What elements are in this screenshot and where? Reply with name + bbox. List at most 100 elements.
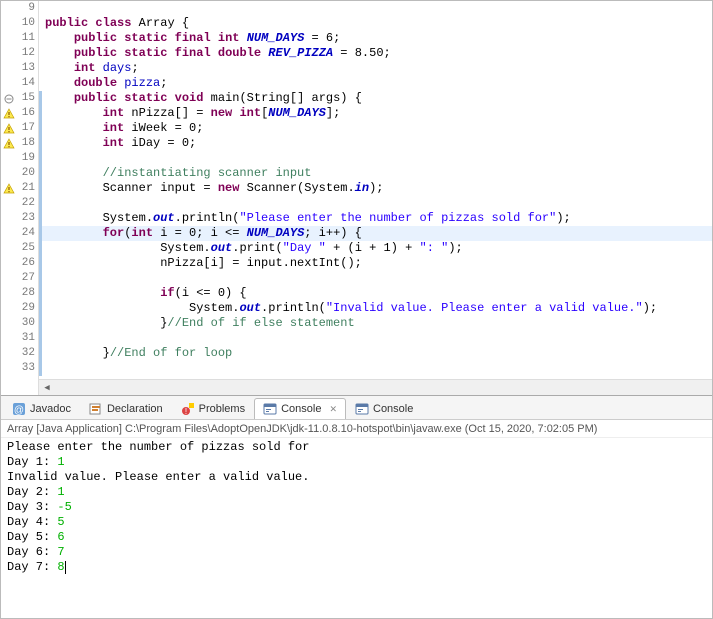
code-line[interactable]: System.out.print("Day " + (i + 1) + ": "… <box>45 241 712 256</box>
code-line[interactable]: int nPizza[] = new int[NUM_DAYS]; <box>45 106 712 121</box>
change-bar <box>39 211 42 226</box>
line-number: 24 <box>17 226 37 241</box>
gutter-row[interactable]: 18 <box>1 136 38 151</box>
line-number: 31 <box>17 331 37 346</box>
code-line[interactable] <box>45 271 712 286</box>
code-line[interactable]: }//End of if else statement <box>45 316 712 331</box>
tab-declaration[interactable]: Declaration <box>80 398 172 419</box>
gutter-row[interactable]: 14 <box>1 76 38 91</box>
console-line: Invalid value. Please enter a valid valu… <box>7 470 706 485</box>
gutter-row[interactable]: 13 <box>1 61 38 76</box>
line-number: 33 <box>17 361 37 376</box>
gutter-row[interactable]: 9 <box>1 1 38 16</box>
gutter-row[interactable]: 20 <box>1 166 38 181</box>
gutter-row[interactable]: 10 <box>1 16 38 31</box>
warning-marker-icon <box>1 138 17 150</box>
line-number: 25 <box>17 241 37 256</box>
code-line[interactable]: public static void main(String[] args) { <box>45 91 712 106</box>
code-line[interactable]: if(i <= 0) { <box>45 286 712 301</box>
tab-console2[interactable]: Console <box>346 398 422 419</box>
change-bar <box>39 121 42 136</box>
code-line[interactable]: for(int i = 0; i <= NUM_DAYS; i++) { <box>39 226 712 241</box>
line-number: 18 <box>17 136 37 151</box>
change-bar <box>39 151 42 166</box>
code-line[interactable] <box>45 151 712 166</box>
console-stdout-text: Day 6: <box>7 545 57 559</box>
code-line[interactable]: int days; <box>45 61 712 76</box>
code-editor-pane: 9101112131415161718192021222324252627282… <box>1 1 712 396</box>
line-number: 29 <box>17 301 37 316</box>
console-stdout-text: Day 2: <box>7 485 57 499</box>
gutter-row[interactable]: 33 <box>1 361 38 376</box>
line-number: 12 <box>17 46 37 61</box>
console-stdin-text: 1 <box>57 455 64 469</box>
change-bar <box>39 346 42 361</box>
code-line[interactable]: public class Array { <box>45 16 712 31</box>
line-number: 13 <box>17 61 37 76</box>
console-stdout-text: Day 5: <box>7 530 57 544</box>
code-line[interactable] <box>45 196 712 211</box>
line-number: 19 <box>17 151 37 166</box>
gutter-row[interactable]: 27 <box>1 271 38 286</box>
gutter-row[interactable]: 24 <box>1 226 38 241</box>
code-line[interactable]: Scanner input = new Scanner(System.in); <box>45 181 712 196</box>
tab-close-icon[interactable]: ✕ <box>329 404 337 415</box>
tab-javadoc[interactable]: @Javadoc <box>3 398 80 419</box>
code-line[interactable]: System.out.println("Invalid value. Pleas… <box>45 301 712 316</box>
gutter-row[interactable]: 23 <box>1 211 38 226</box>
code-line[interactable]: double pizza; <box>45 76 712 91</box>
code-line[interactable]: //instantiating scanner input <box>45 166 712 181</box>
tab-console1[interactable]: Console✕ <box>254 398 346 419</box>
warning-marker-icon <box>1 108 17 120</box>
code-line[interactable]: int iWeek = 0; <box>45 121 712 136</box>
javadoc-icon: @ <box>12 402 26 416</box>
gutter-row[interactable]: 26 <box>1 256 38 271</box>
console-stdin-text: 6 <box>57 530 64 544</box>
code-line[interactable]: }//End of for loop <box>45 346 712 361</box>
gutter-row[interactable]: 21 <box>1 181 38 196</box>
scroll-left-arrow-icon[interactable]: ◀ <box>39 381 55 395</box>
gutter-row[interactable]: 25 <box>1 241 38 256</box>
gutter-row[interactable]: 29 <box>1 301 38 316</box>
line-number: 22 <box>17 196 37 211</box>
line-number: 9 <box>17 1 37 16</box>
code-line[interactable]: System.out.println("Please enter the num… <box>45 211 712 226</box>
console-icon <box>355 402 369 416</box>
change-bar <box>39 316 42 331</box>
console-stdout-text: Day 4: <box>7 515 57 529</box>
code-line[interactable] <box>45 1 712 16</box>
change-bar <box>39 181 42 196</box>
gutter-row[interactable]: 22 <box>1 196 38 211</box>
line-number: 16 <box>17 106 37 121</box>
gutter-row[interactable]: 16 <box>1 106 38 121</box>
gutter-row[interactable]: 12 <box>1 46 38 61</box>
code-area[interactable]: public class Array { public static final… <box>45 1 712 376</box>
code-line[interactable]: public static final double REV_PIZZA = 8… <box>45 46 712 61</box>
code-line[interactable] <box>45 361 712 376</box>
code-line[interactable]: nPizza[i] = input.nextInt(); <box>45 256 712 271</box>
console-stdin-text: -5 <box>57 500 71 514</box>
line-number: 10 <box>17 16 37 31</box>
code-line[interactable]: int iDay = 0; <box>45 136 712 151</box>
gutter-row[interactable]: 15 <box>1 91 38 106</box>
collapse-marker-icon <box>1 94 17 104</box>
tab-problems[interactable]: !Problems <box>172 398 254 419</box>
code-line[interactable] <box>45 331 712 346</box>
svg-text:@: @ <box>14 405 24 416</box>
gutter-row[interactable]: 11 <box>1 31 38 46</box>
change-bar <box>39 241 42 256</box>
line-number: 28 <box>17 286 37 301</box>
declaration-icon <box>89 402 103 416</box>
code-line[interactable]: public static final int NUM_DAYS = 6; <box>45 31 712 46</box>
gutter-row[interactable]: 30 <box>1 316 38 331</box>
gutter-row[interactable]: 31 <box>1 331 38 346</box>
gutter-row[interactable]: 32 <box>1 346 38 361</box>
tab-label: Console <box>373 403 413 415</box>
gutter-row[interactable]: 19 <box>1 151 38 166</box>
gutter-row[interactable]: 28 <box>1 286 38 301</box>
console-stdin-text: 5 <box>57 515 64 529</box>
gutter-row[interactable]: 17 <box>1 121 38 136</box>
horizontal-scrollbar[interactable]: ◀ <box>39 379 712 395</box>
console-output[interactable]: Please enter the number of pizzas sold f… <box>1 438 712 577</box>
line-number: 27 <box>17 271 37 286</box>
